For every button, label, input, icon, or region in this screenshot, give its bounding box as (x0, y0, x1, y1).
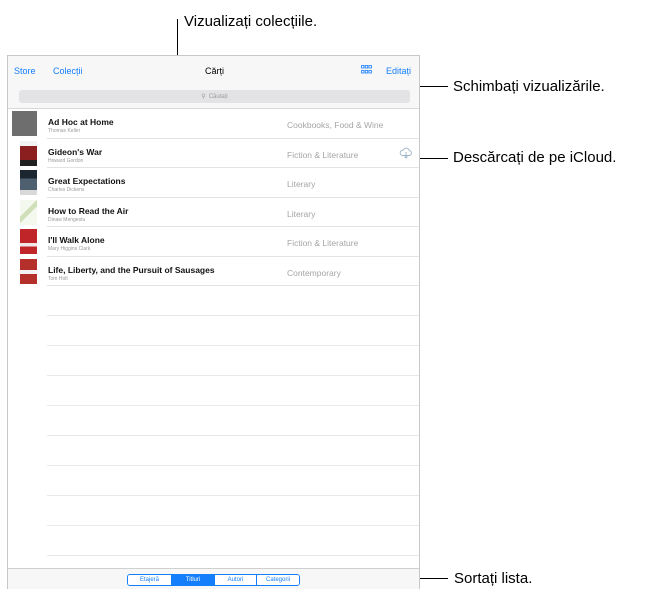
callout-download-icloud: Descărcați de pe iCloud. (453, 149, 617, 166)
collections-button[interactable]: Colecții (53, 66, 83, 76)
callout-change-views: Schimbați vizualizările. (453, 78, 605, 95)
book-genre: Literary (287, 208, 316, 219)
empty-row (8, 436, 419, 466)
book-author: Tom Holt (48, 275, 68, 282)
page-title: Cărți (204, 66, 224, 76)
book-title: Gideon's War (48, 146, 103, 157)
book-title: Life, Liberty, and the Pursuit of Sausag… (48, 264, 215, 275)
callout-sort-list: Sortați lista. (454, 570, 533, 587)
search-bar: ⚲ Căutați (8, 84, 419, 109)
book-genre: Fiction & Literature (287, 149, 359, 160)
empty-row (8, 496, 419, 526)
book-cover (12, 111, 37, 136)
book-title: How to Read the Air (48, 205, 129, 216)
empty-row (8, 316, 419, 346)
book-author: Thomas Keller (48, 128, 81, 134)
book-author: Mary Higgins Clark (48, 246, 91, 252)
grid-icon[interactable] (361, 65, 372, 74)
bottom-toolbar: Etajeră Titluri Autori Categorii (8, 568, 419, 589)
empty-row (8, 406, 419, 436)
book-title: Ad Hoc at Home (48, 117, 114, 127)
book-row[interactable]: I'll Walk Alone Mary Higgins Clark Ficti… (8, 227, 419, 257)
edit-button[interactable]: Editați (386, 66, 411, 76)
tab-shelf[interactable]: Etajeră (128, 575, 172, 585)
empty-row (8, 526, 419, 556)
navigation-bar: Store Colecții Cărți Editați (8, 56, 419, 84)
sort-segmented-control: Etajeră Titluri Autori Categorii (127, 574, 300, 586)
book-author: Charles Dickens (48, 187, 85, 193)
ibooks-screen: Store Colecții Cărți Editați ⚲ Căutați A… (7, 55, 420, 589)
search-input[interactable]: ⚲ Căutați (19, 90, 410, 103)
icloud-download-icon[interactable] (399, 147, 413, 159)
book-row[interactable]: Ad Hoc at Home Thomas Keller Cookbooks, … (8, 109, 419, 139)
book-genre: Literary (287, 179, 316, 189)
book-title: Great Expectations (48, 176, 126, 186)
book-cover (20, 170, 37, 195)
tab-authors[interactable]: Autori (215, 575, 257, 585)
callout-view-collections: Vizualizați colecțiile. (184, 13, 318, 30)
tab-categories[interactable]: Categorii (257, 575, 299, 585)
search-placeholder: Căutați (208, 93, 228, 100)
book-cover (20, 199, 37, 225)
book-cover (20, 258, 37, 284)
book-row[interactable]: Gideon's War Howard Gordon Fiction & Lit… (8, 139, 419, 169)
book-row[interactable]: Life, Liberty, and the Pursuit of Sausag… (8, 257, 419, 287)
search-icon: ⚲ (201, 94, 206, 100)
empty-row (8, 376, 419, 406)
store-button[interactable]: Store (14, 66, 36, 76)
book-genre: Fiction & Literature (287, 238, 359, 248)
book-title: I'll Walk Alone (48, 235, 105, 245)
empty-row (8, 346, 419, 376)
empty-row (8, 286, 419, 316)
book-genre: Contemporary (287, 267, 341, 278)
book-author: Dinaw Mengestu (48, 216, 86, 223)
book-cover (20, 229, 37, 254)
book-cover (20, 140, 37, 166)
empty-row (8, 466, 419, 496)
book-list: Ad Hoc at Home Thomas Keller Cookbooks, … (8, 109, 419, 556)
book-row[interactable]: How to Read the Air Dinaw Mengestu Liter… (8, 198, 419, 228)
tab-titles[interactable]: Titluri (172, 575, 215, 585)
book-genre: Cookbooks, Food & Wine (287, 120, 384, 130)
book-author: Howard Gordon (48, 157, 84, 164)
book-row[interactable]: Great Expectations Charles Dickens Liter… (8, 168, 419, 198)
